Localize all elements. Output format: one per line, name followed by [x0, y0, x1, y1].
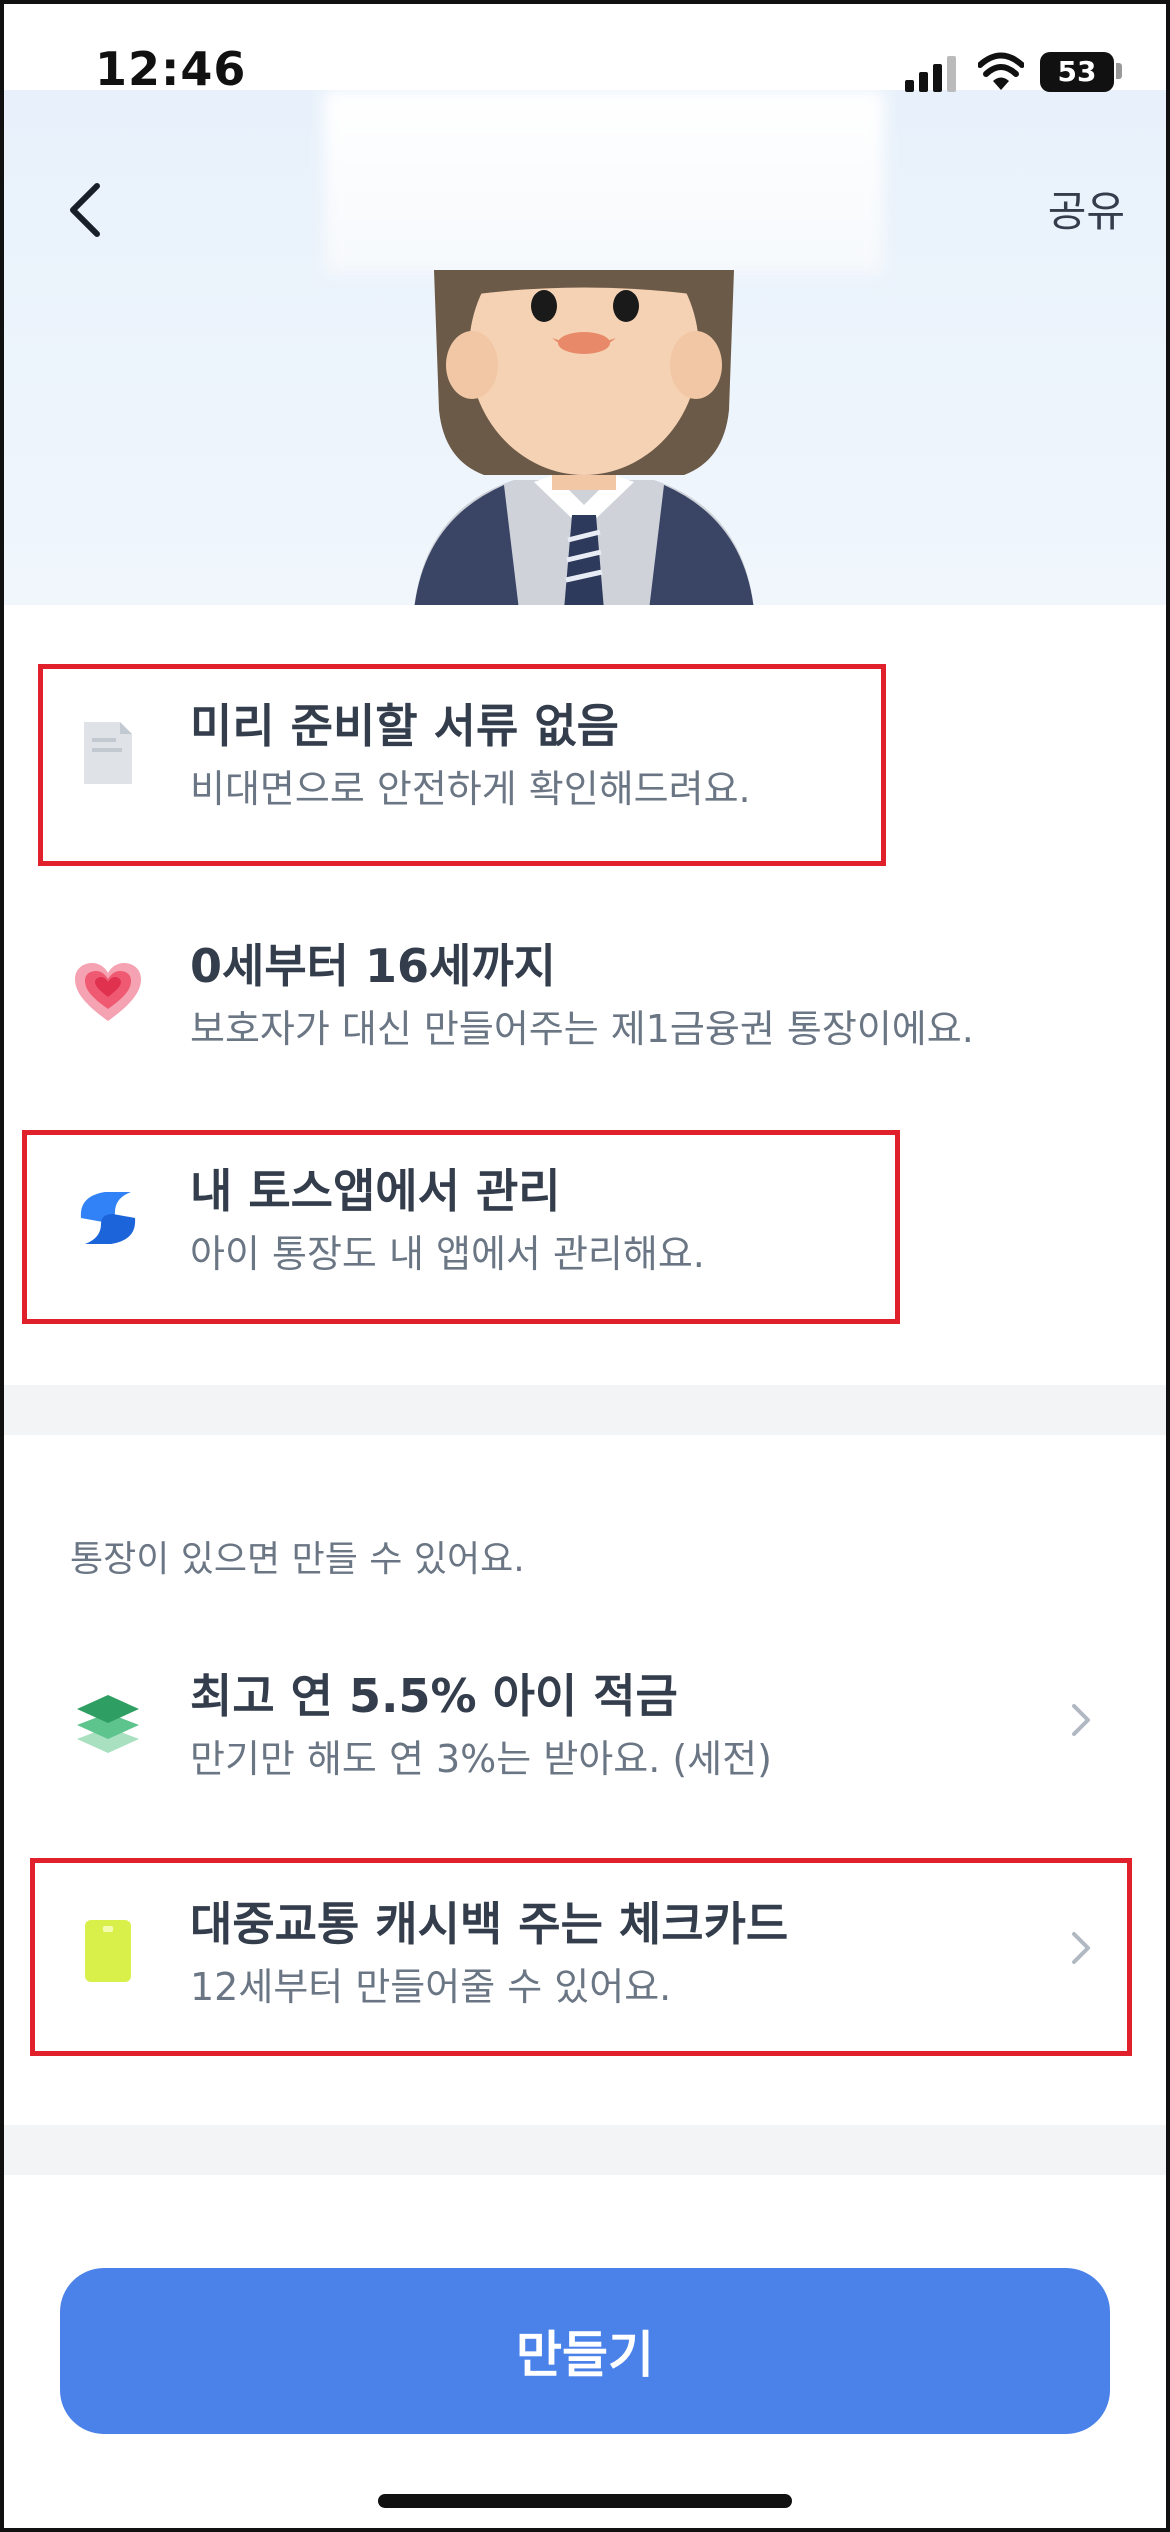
screenshot-border — [0, 0, 1170, 2532]
